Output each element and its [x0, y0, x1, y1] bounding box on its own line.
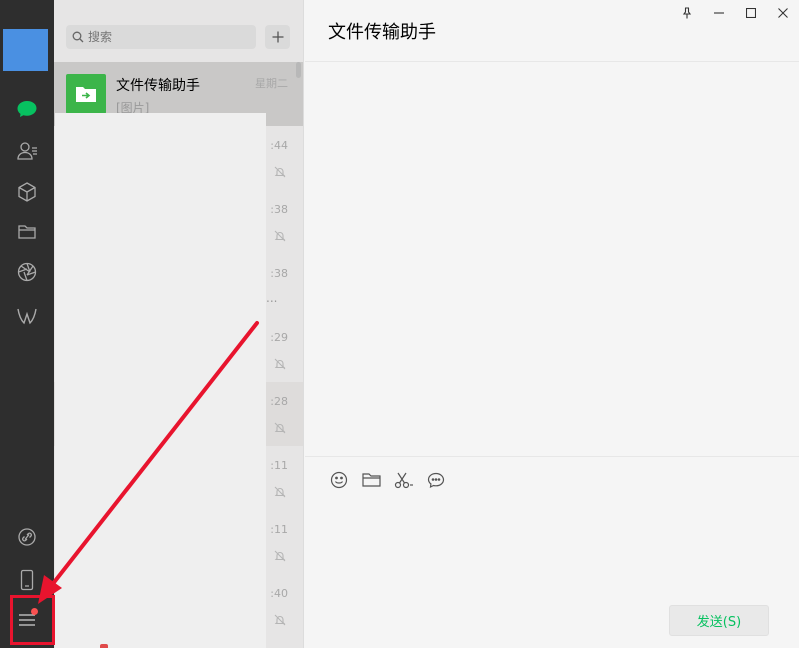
chat-title: 文件传输助手 [328, 22, 436, 43]
avatar[interactable] [3, 29, 48, 71]
mute-bell-icon [274, 422, 286, 434]
emoji-icon [330, 471, 348, 489]
chat-time: :38 [270, 203, 288, 216]
chat-name: 文件传输助手 [116, 78, 200, 94]
mute-bell-icon [274, 614, 286, 626]
sidebar-item-moments[interactable] [13, 258, 41, 286]
file-transfer-icon [76, 87, 96, 102]
send-file-button[interactable] [360, 469, 382, 491]
chat-time: :11 [270, 523, 288, 536]
search-input[interactable] [88, 30, 238, 44]
chat-history-button[interactable] [425, 469, 447, 491]
sidebar-item-contacts[interactable] [13, 137, 41, 165]
folder-icon [18, 225, 36, 239]
sidebar-item-favorites[interactable] [13, 178, 41, 206]
window-controls [671, 0, 799, 26]
search-icon [72, 31, 84, 43]
chat-time: :29 [270, 331, 288, 344]
chat-history-icon [427, 472, 445, 488]
favorites-cube-icon [18, 182, 36, 202]
chat-time: :44 [270, 139, 288, 152]
sidebar-item-mini-programs[interactable] [13, 302, 41, 330]
moments-aperture-icon [17, 262, 37, 282]
chat-icon [17, 101, 37, 117]
mute-bell-icon [274, 550, 286, 562]
minimize-button[interactable] [703, 0, 735, 26]
screenshot-button[interactable] [393, 469, 415, 491]
chat-time: 星期二 [255, 77, 288, 90]
red-marker [100, 644, 108, 648]
pin-button[interactable] [671, 0, 703, 26]
sidebar [0, 0, 54, 648]
chat-window: 文件传输助手 发送(S) [305, 0, 799, 648]
chat-time: :38 [270, 267, 288, 280]
send-button[interactable]: 发送(S) [669, 605, 769, 636]
file-folder-icon [361, 473, 381, 487]
message-input-area[interactable]: 发送(S) [305, 456, 799, 648]
mute-bell-icon [274, 230, 286, 242]
file-transfer-avatar [66, 74, 106, 114]
chat-time: :40 [270, 587, 288, 600]
search-box[interactable] [66, 25, 256, 49]
phone-icon [20, 569, 34, 591]
sidebar-item-phone[interactable] [13, 566, 41, 594]
add-chat-button[interactable] [265, 25, 290, 49]
emoji-button[interactable] [328, 469, 350, 491]
link-icon [18, 528, 36, 546]
sidebar-item-files[interactable] [13, 218, 41, 246]
sidebar-item-link[interactable] [13, 523, 41, 551]
sidebar-item-chats[interactable] [13, 95, 41, 123]
annotation-highlight-box [10, 595, 55, 645]
screenshot-scissors-icon [394, 472, 413, 489]
chat-time: :11 [270, 459, 288, 472]
mute-bell-icon [274, 166, 286, 178]
chat-preview: ... [266, 291, 278, 305]
close-button[interactable] [767, 0, 799, 26]
contacts-icon [17, 142, 37, 160]
pin-icon [682, 7, 692, 19]
plus-icon [272, 31, 283, 43]
close-icon [778, 8, 788, 18]
maximize-icon [746, 8, 756, 18]
minimize-icon [714, 12, 724, 14]
list-scrollbar[interactable] [296, 62, 301, 78]
chat-time: :28 [270, 395, 288, 408]
mute-bell-icon [274, 358, 286, 370]
maximize-button[interactable] [735, 0, 767, 26]
mini-program-icon [17, 308, 37, 325]
popup-menu-overlay [55, 113, 266, 648]
mute-bell-icon [274, 486, 286, 498]
chat-header: 文件传输助手 [305, 0, 799, 62]
